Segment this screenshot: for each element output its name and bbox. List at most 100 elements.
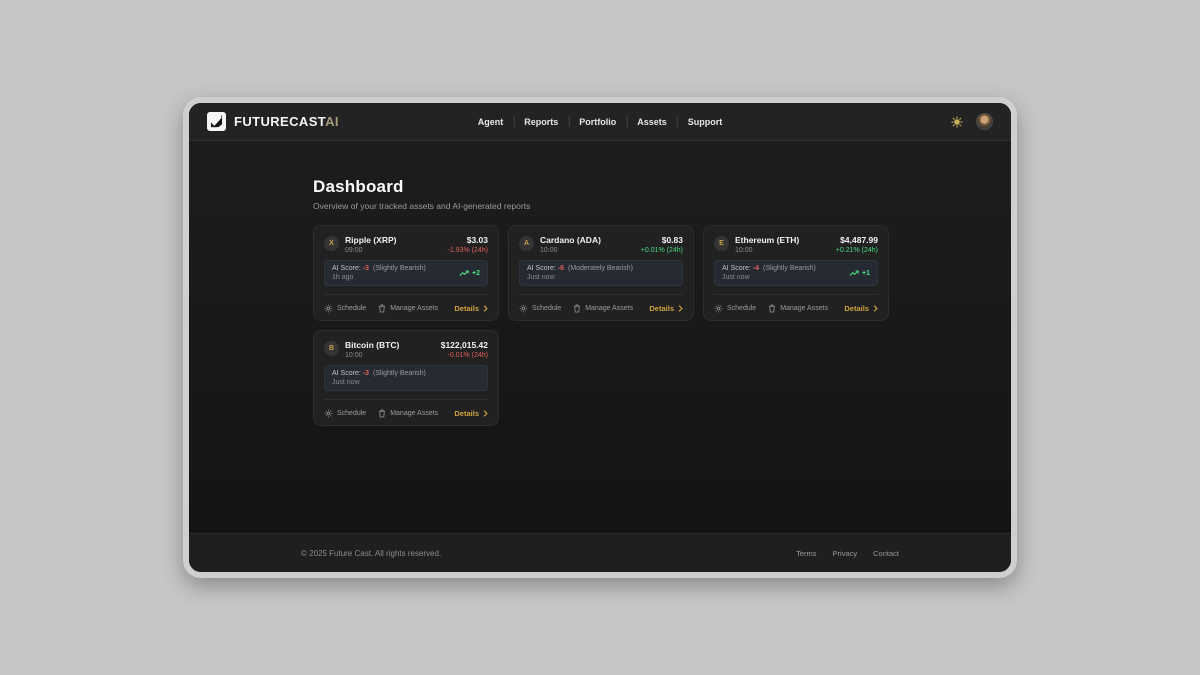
card-header: A Cardano (ADA) 10:00 $0.83 +0.01% (24h) — [519, 235, 683, 254]
asset-time: 10:00 — [735, 247, 799, 254]
asset-change: -1.93% (24h) — [448, 247, 488, 254]
main-nav: Agent Reports Portfolio Assets Support — [468, 103, 733, 140]
manage-assets-button[interactable]: Manage Assets — [378, 409, 438, 418]
sun-icon[interactable] — [950, 115, 964, 129]
asset-time: 09:00 — [345, 247, 396, 254]
divider — [714, 294, 878, 295]
ai-sentiment: (Slightly Bearish) — [373, 265, 426, 272]
asset-initial-badge: B — [324, 341, 339, 356]
ai-score-box: AI Score:-6 (Moderately Bearish) Just no… — [519, 260, 683, 286]
brand[interactable]: FUTURECASTAI — [207, 112, 339, 131]
asset-name: Ripple (XRP) — [345, 235, 396, 245]
trend-badge: +2 — [459, 270, 480, 277]
asset-price: $4,487.99 — [836, 235, 878, 245]
ai-updated: Just now — [722, 274, 816, 281]
chevron-right-icon — [483, 305, 488, 312]
nav-item-support[interactable]: Support — [678, 117, 733, 127]
manage-assets-button[interactable]: Manage Assets — [573, 304, 633, 313]
asset-name: Ethereum (ETH) — [735, 235, 799, 245]
ai-updated: Just now — [527, 274, 633, 281]
brand-logo-icon — [207, 112, 226, 131]
card-header: E Ethereum (ETH) 10:00 $4,487.99 +0.21% … — [714, 235, 878, 254]
gear-icon — [714, 304, 723, 313]
app-root: FUTURECASTAI Agent Reports Portfolio Ass… — [189, 103, 1011, 572]
schedule-button[interactable]: Schedule — [324, 409, 366, 418]
ai-score-label: AI Score: — [332, 370, 361, 377]
page-title: Dashboard — [313, 177, 1011, 197]
ai-score-value: -4 — [753, 265, 759, 272]
asset-name: Cardano (ADA) — [540, 235, 601, 245]
ai-score-label: AI Score: — [527, 265, 556, 272]
ai-sentiment: (Slightly Bearish) — [373, 370, 426, 377]
top-navigation-bar: FUTURECASTAI Agent Reports Portfolio Ass… — [189, 103, 1011, 141]
card-header: X Ripple (XRP) 09:00 $3.03 -1.93% (24h) — [324, 235, 488, 254]
brand-name: FUTURECASTAI — [234, 114, 339, 129]
nav-item-assets[interactable]: Assets — [627, 117, 677, 127]
asset-initial-badge: A — [519, 236, 534, 251]
user-avatar[interactable] — [976, 113, 993, 130]
asset-price: $122,015.42 — [441, 340, 488, 350]
asset-change: -0.01% (24h) — [441, 352, 488, 359]
asset-price: $0.83 — [641, 235, 683, 245]
chevron-right-icon — [678, 305, 683, 312]
gear-icon — [519, 304, 528, 313]
details-button[interactable]: Details — [454, 304, 488, 313]
trash-icon — [573, 304, 581, 313]
card-actions: Schedule Manage Assets Details — [324, 409, 488, 418]
asset-time: 10:00 — [345, 352, 399, 359]
chevron-right-icon — [483, 410, 488, 417]
asset-card-bitcoin: B Bitcoin (BTC) 10:00 $122,015.42 -0.01%… — [313, 330, 499, 426]
asset-card-cardano: A Cardano (ADA) 10:00 $0.83 +0.01% (24h) — [508, 225, 694, 321]
ai-score-box: AI Score:-4 (Slightly Bearish) Just now … — [714, 260, 878, 286]
asset-card-ripple: X Ripple (XRP) 09:00 $3.03 -1.93% (24h) — [313, 225, 499, 321]
ai-score-value: -3 — [363, 370, 369, 377]
asset-initial-badge: E — [714, 236, 729, 251]
nav-item-agent[interactable]: Agent — [468, 117, 514, 127]
chevron-right-icon — [873, 305, 878, 312]
schedule-button[interactable]: Schedule — [714, 304, 756, 313]
details-button[interactable]: Details — [649, 304, 683, 313]
trend-badge: +1 — [849, 270, 870, 277]
footer-links: Terms Privacy Contact — [796, 549, 899, 558]
gear-icon — [324, 409, 333, 418]
ai-score-value: -6 — [558, 265, 564, 272]
ai-sentiment: (Moderately Bearish) — [568, 265, 633, 272]
trending-up-icon — [459, 270, 469, 277]
copyright-text: © 2025 Future Cast. All rights reserved. — [301, 549, 441, 558]
trash-icon — [768, 304, 776, 313]
ai-score-box: AI Score:-3 (Slightly Bearish) 1h ago +2 — [324, 260, 488, 286]
asset-price: $3.03 — [448, 235, 488, 245]
page-subtitle: Overview of your tracked assets and AI-g… — [313, 201, 1011, 211]
manage-assets-button[interactable]: Manage Assets — [378, 304, 438, 313]
nav-item-reports[interactable]: Reports — [514, 117, 568, 127]
schedule-button[interactable]: Schedule — [324, 304, 366, 313]
details-button[interactable]: Details — [454, 409, 488, 418]
asset-time: 10:00 — [540, 247, 601, 254]
ai-score-label: AI Score: — [332, 265, 361, 272]
schedule-button[interactable]: Schedule — [519, 304, 561, 313]
card-actions: Schedule Manage Assets Details — [714, 304, 878, 313]
details-button[interactable]: Details — [844, 304, 878, 313]
footer-link-contact[interactable]: Contact — [873, 549, 899, 558]
ai-updated: 1h ago — [332, 274, 426, 281]
nav-item-portfolio[interactable]: Portfolio — [569, 117, 626, 127]
footer-link-terms[interactable]: Terms — [796, 549, 816, 558]
asset-name: Bitcoin (BTC) — [345, 340, 399, 350]
asset-card-ethereum: E Ethereum (ETH) 10:00 $4,487.99 +0.21% … — [703, 225, 889, 321]
app-window: FUTURECASTAI Agent Reports Portfolio Ass… — [183, 97, 1017, 578]
divider — [324, 294, 488, 295]
footer-link-privacy[interactable]: Privacy — [833, 549, 858, 558]
ai-score-label: AI Score: — [722, 265, 751, 272]
trending-up-icon — [849, 270, 859, 277]
divider — [519, 294, 683, 295]
asset-cards-grid: X Ripple (XRP) 09:00 $3.03 -1.93% (24h) — [313, 225, 888, 426]
manage-assets-button[interactable]: Manage Assets — [768, 304, 828, 313]
trash-icon — [378, 409, 386, 418]
asset-initial-badge: X — [324, 236, 339, 251]
topbar-actions — [950, 113, 993, 130]
card-header: B Bitcoin (BTC) 10:00 $122,015.42 -0.01%… — [324, 340, 488, 359]
asset-change: +0.21% (24h) — [836, 247, 878, 254]
divider — [324, 399, 488, 400]
gear-icon — [324, 304, 333, 313]
footer-bar: © 2025 Future Cast. All rights reserved.… — [189, 533, 1011, 572]
